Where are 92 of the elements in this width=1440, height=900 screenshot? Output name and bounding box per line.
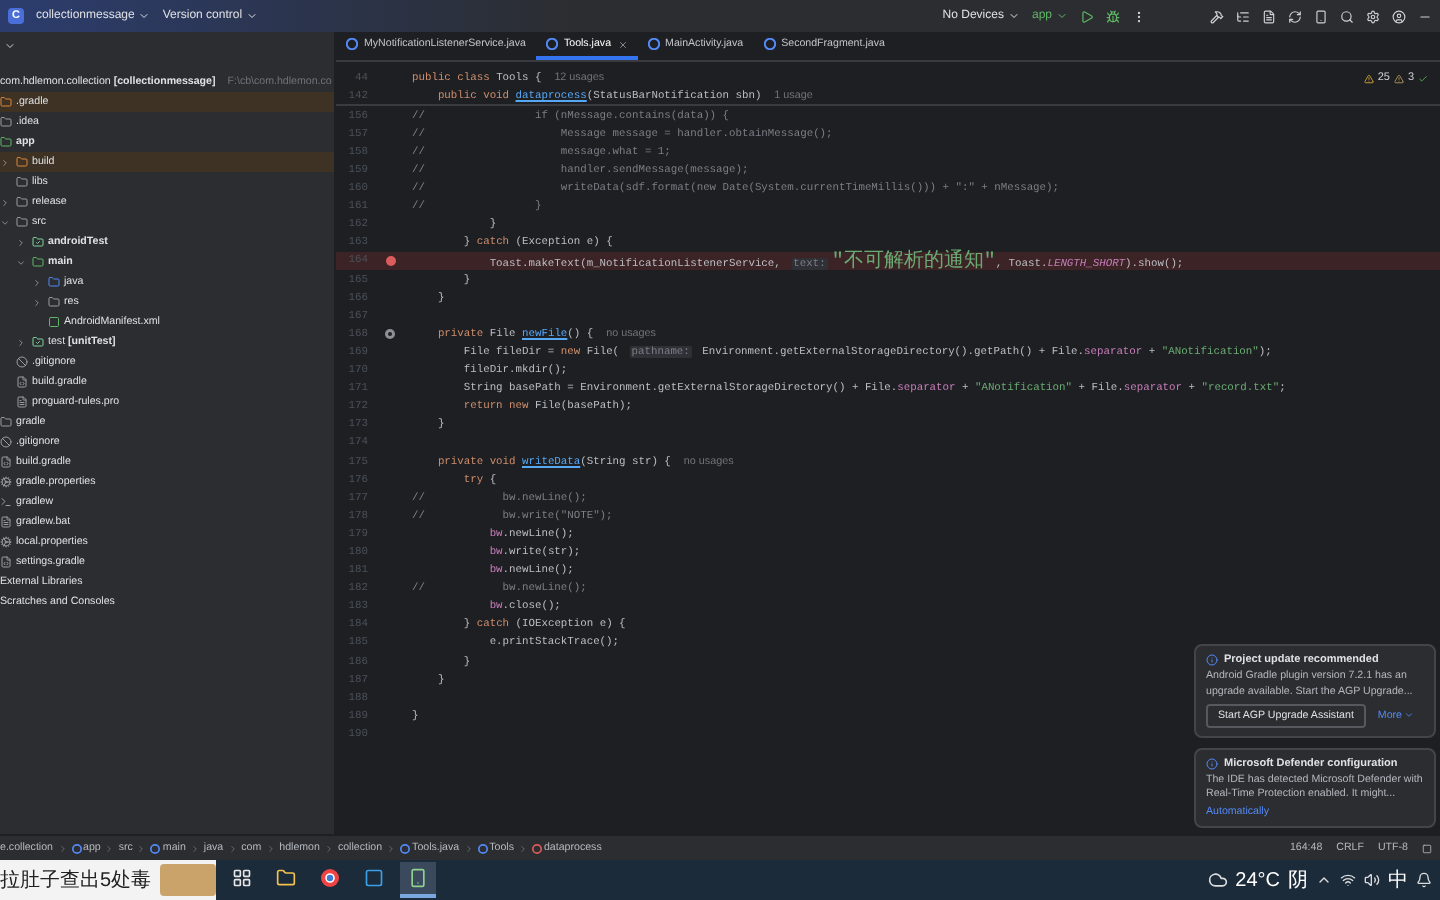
circle-icon: [71, 843, 81, 853]
folder-icon: [16, 216, 28, 228]
chevron-icon[interactable]: [16, 257, 26, 267]
folder-icon: [0, 96, 12, 108]
run-icon[interactable]: [1080, 9, 1094, 23]
separator-icon: [136, 843, 147, 853]
info-icon: [1206, 654, 1218, 667]
photo-placeholder: [160, 864, 216, 896]
folder-icon: [0, 116, 12, 128]
breakpoint-icon[interactable]: [385, 255, 395, 266]
class-icon: [763, 38, 776, 50]
sync-icon[interactable]: [1288, 9, 1302, 23]
chevron-icon[interactable]: [16, 237, 26, 247]
file-icon: [16, 396, 28, 408]
separator-icon: [386, 843, 397, 853]
temperature[interactable]: 24°C: [1235, 869, 1280, 891]
separator-icon: [189, 843, 200, 853]
class-icon: [346, 38, 358, 50]
build-icon[interactable]: [1210, 9, 1224, 23]
folder-icon: [0, 416, 12, 428]
ignore-icon: [0, 436, 12, 448]
warning-icon[interactable]: [1393, 73, 1404, 83]
folder-icon: [32, 256, 44, 268]
chevron-icon[interactable]: [4, 40, 16, 52]
caret-icon: [1404, 710, 1414, 721]
warning-icon[interactable]: [1363, 73, 1374, 83]
file-icon[interactable]: [1262, 9, 1276, 23]
chevron-icon[interactable]: [0, 157, 10, 167]
file-icon: [16, 376, 28, 388]
class-icon: [545, 38, 558, 50]
notification-icon[interactable]: [1416, 872, 1432, 888]
caret-icon: [246, 10, 259, 22]
ignore-icon: [16, 356, 28, 368]
file-icon: [0, 556, 12, 568]
app-icon: [364, 868, 384, 888]
weather-text[interactable]: 阴: [1288, 866, 1308, 894]
input-method[interactable]: 中: [1388, 866, 1408, 894]
check-icon: [1418, 73, 1428, 83]
gutter-icon[interactable]: [384, 327, 396, 340]
wifi-icon[interactable]: [1340, 872, 1356, 888]
gear-icon: [0, 536, 12, 548]
gear-icon: [0, 476, 12, 488]
weather-icon[interactable]: [1207, 870, 1228, 890]
volume-icon[interactable]: [1364, 872, 1380, 888]
more-icon[interactable]: [1132, 9, 1146, 23]
device-icon[interactable]: [1314, 9, 1328, 23]
class-icon: [647, 38, 660, 50]
chevron-icon[interactable]: [32, 297, 42, 307]
chevron-icon[interactable]: [32, 277, 42, 287]
chevron-icon[interactable]: [0, 217, 10, 227]
settings-icon[interactable]: [1366, 9, 1380, 23]
folder-icon: [48, 276, 60, 288]
separator-icon: [57, 843, 67, 853]
file-icon: [0, 516, 12, 528]
folder-icon: [16, 176, 28, 188]
app-icon: [408, 868, 428, 888]
info-icon: [1206, 757, 1218, 770]
circle-icon: [477, 843, 488, 853]
folder-icon: [16, 196, 28, 208]
folder-icon: [16, 156, 28, 168]
circle-icon: [400, 843, 411, 853]
separator-icon: [265, 843, 276, 853]
panel-icon[interactable]: [1422, 843, 1432, 853]
circle-icon: [150, 843, 161, 853]
folder-icon: [32, 236, 44, 248]
terminal-icon: [0, 496, 12, 508]
chevron-icon[interactable]: [16, 337, 26, 347]
circle-icon: [531, 843, 542, 853]
taskbar-app[interactable]: [400, 862, 436, 898]
account-icon[interactable]: [1392, 9, 1406, 23]
chevron-up-icon[interactable]: [1316, 872, 1332, 888]
debug-icon[interactable]: [1106, 9, 1120, 23]
separator-icon: [517, 843, 528, 853]
browser-icon: [320, 868, 340, 888]
caret-icon: [138, 10, 151, 22]
folder-icon: [0, 136, 12, 148]
folder-icon: [276, 868, 296, 888]
search-icon[interactable]: [1340, 9, 1354, 23]
structure-icon[interactable]: [1236, 9, 1250, 23]
separator-icon: [323, 843, 334, 853]
task-view-icon: [232, 868, 252, 888]
separator-icon: [463, 843, 474, 853]
file-icon: [0, 456, 12, 468]
taskbar-search-field[interactable]: 拉肚子查出5处毒: [0, 860, 216, 900]
chevron-icon[interactable]: [0, 197, 10, 207]
caret-icon: [1056, 10, 1068, 22]
separator-icon: [227, 843, 238, 853]
folder-icon: [32, 336, 44, 348]
file-icon: [48, 316, 60, 328]
caret-icon: [1007, 10, 1020, 22]
folder-icon: [48, 296, 60, 308]
separator-icon: [104, 843, 115, 853]
